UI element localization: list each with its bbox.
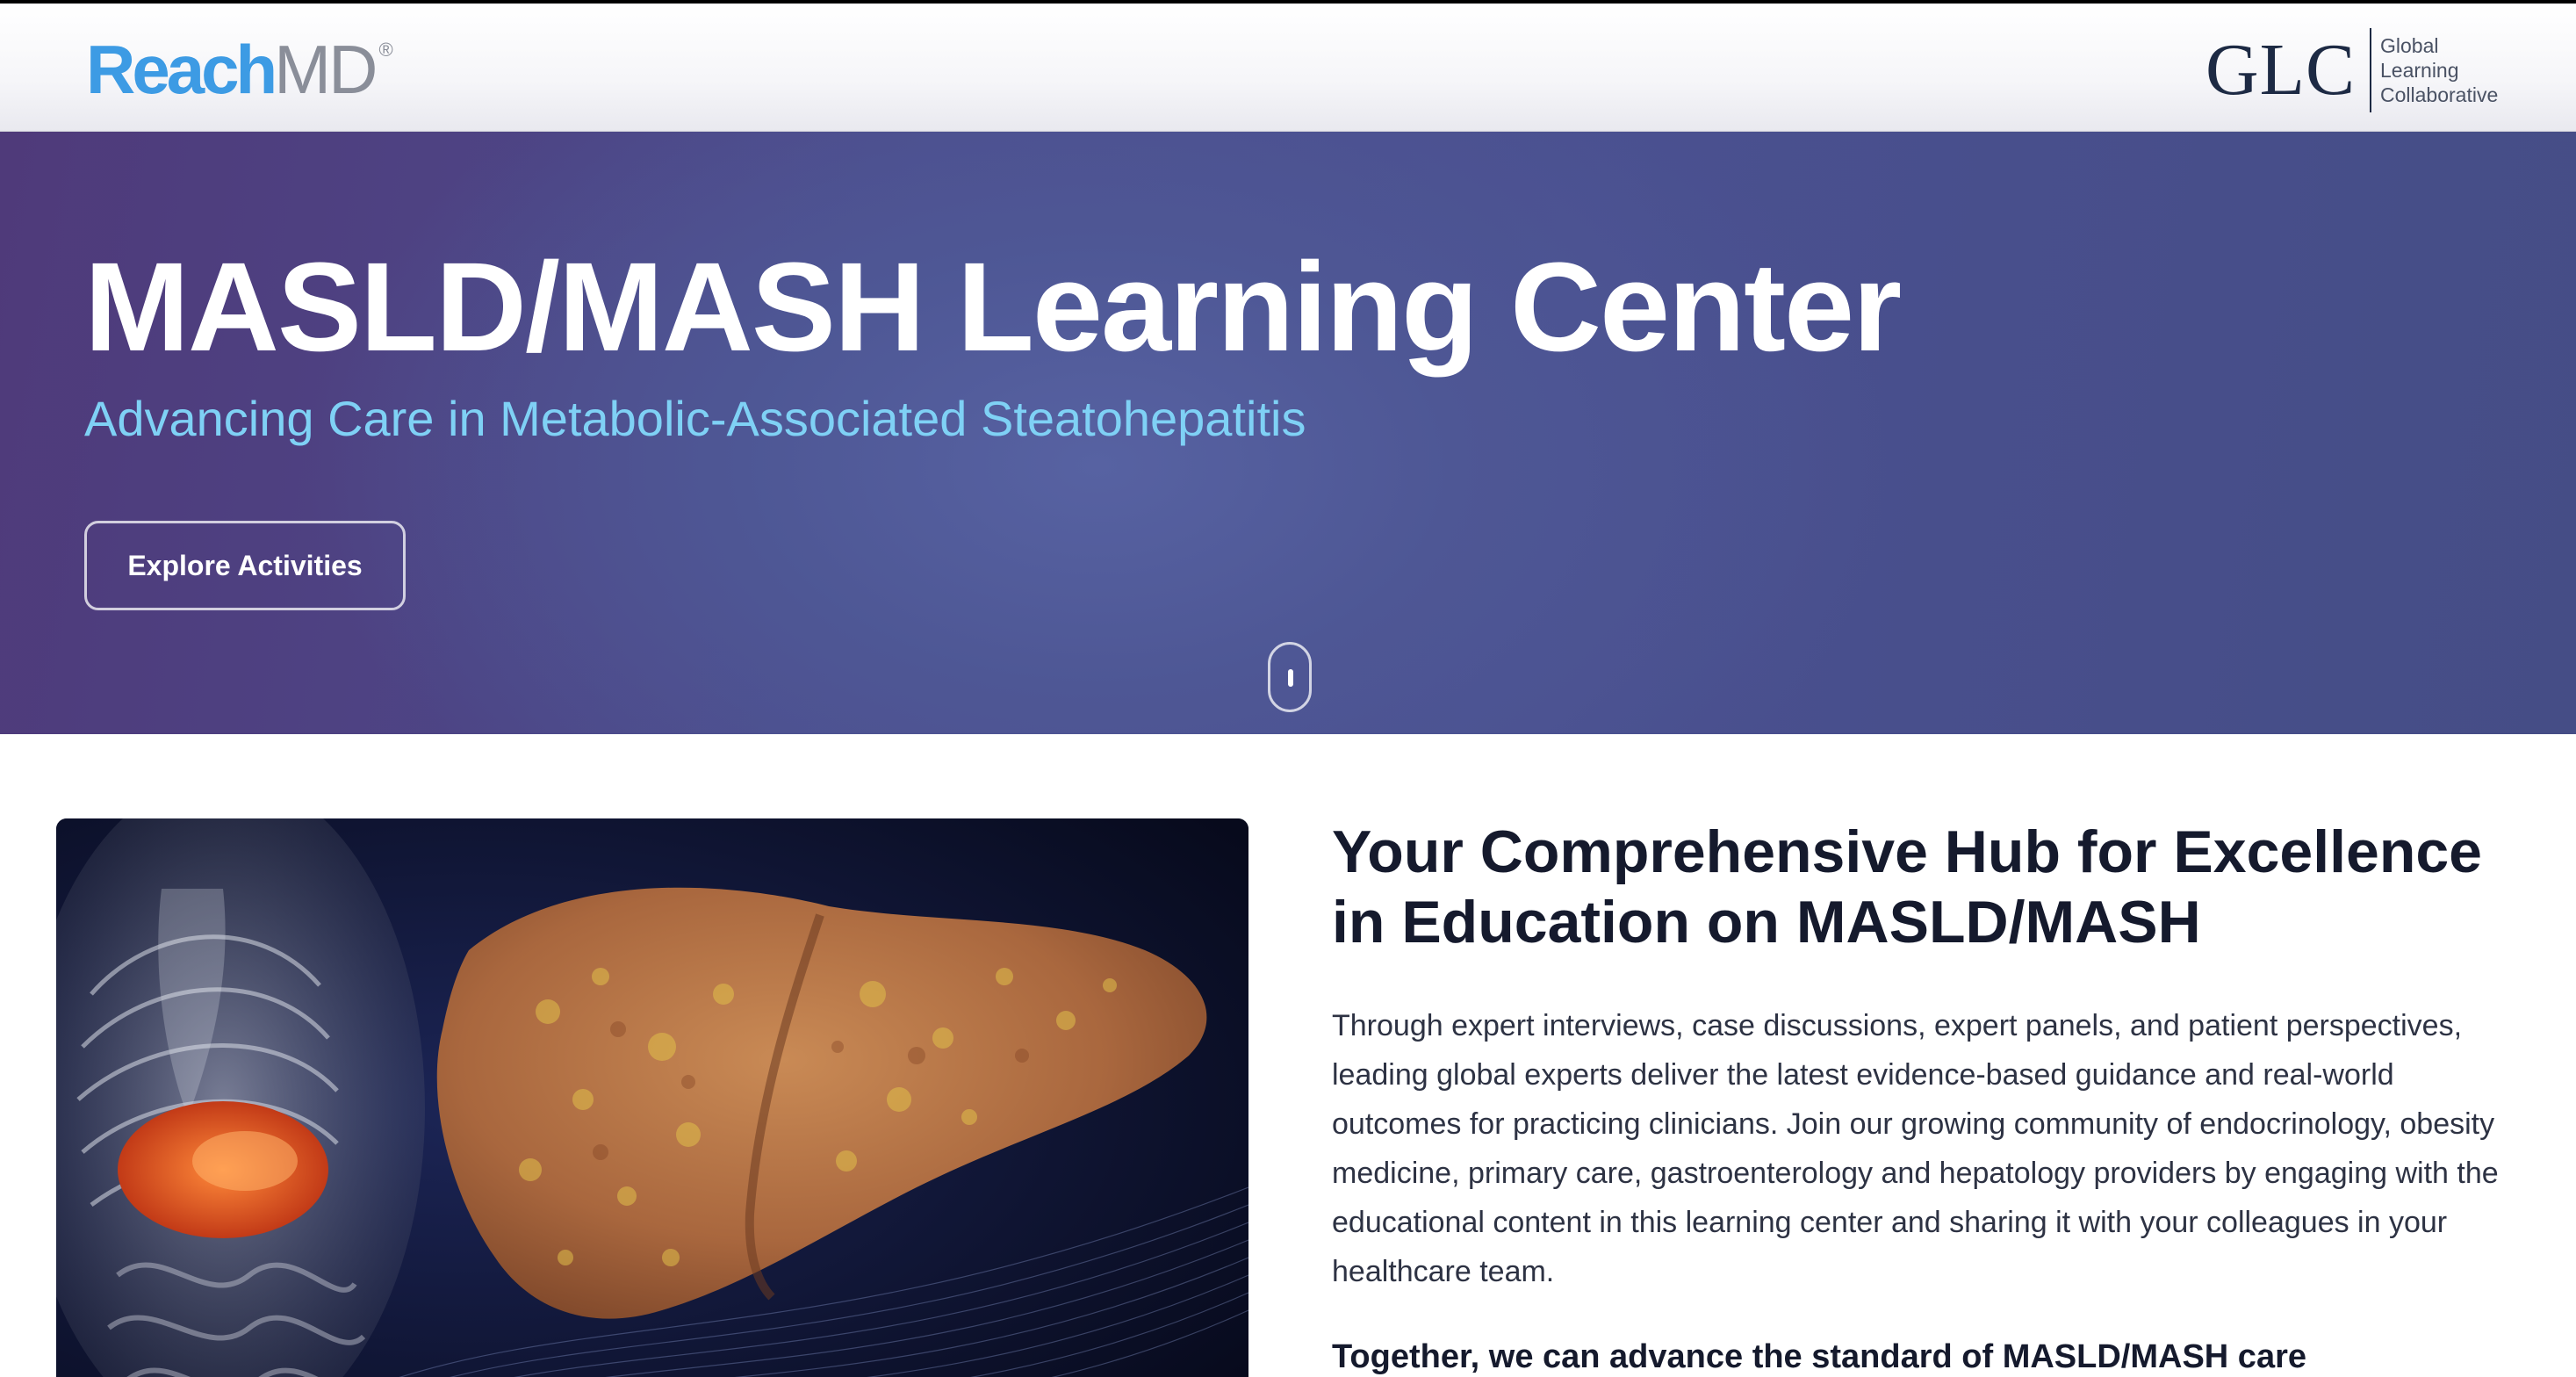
intro-heading: Your Comprehensive Hub for Excellence in…	[1332, 818, 2482, 955]
hero-title: MASLD/MASH Learning Center	[84, 236, 1902, 378]
registered-mark: ®	[378, 39, 393, 61]
intro-section: Your Comprehensive Hub for Excellence in…	[1332, 817, 2526, 1296]
reachmd-logo[interactable]: Reach MD ®	[86, 30, 393, 109]
glc-logo-words: Global Learning Collaborative	[2380, 33, 2498, 107]
mouse-wheel-indicator	[1288, 669, 1293, 687]
glc-logo-line-learning: Learning	[2380, 59, 2459, 82]
mouse-scroll-icon[interactable]	[1268, 642, 1312, 712]
glc-logo-line-global: Global	[2380, 34, 2439, 57]
page: Reach MD ® GLC Global Learning Collabora…	[0, 0, 2576, 1377]
site-header: Reach MD ® GLC Global Learning Collabora…	[0, 4, 2576, 132]
glc-logo-line-collaborative: Collaborative	[2380, 83, 2499, 106]
hero-banner: MASLD/MASH Learning Center Advancing Car…	[0, 132, 2576, 734]
hero-subtitle: Advancing Care in Metabolic-Associated S…	[84, 391, 1306, 446]
intro-tagline: Together, we can advance the standard of…	[1332, 1338, 2306, 1375]
glc-logo-abbr: GLC	[2205, 29, 2356, 111]
glc-logo[interactable]: GLC Global Learning Collaborative	[2205, 26, 2498, 114]
reachmd-logo-reach: Reach	[86, 31, 277, 108]
liver-illustration	[56, 818, 1248, 1377]
intro-body: Through expert interviews, case discussi…	[1332, 1009, 2499, 1288]
glc-logo-divider	[2370, 28, 2371, 112]
explore-activities-button[interactable]: Explore Activities	[84, 521, 406, 610]
reachmd-logo-md: MD	[274, 31, 378, 108]
